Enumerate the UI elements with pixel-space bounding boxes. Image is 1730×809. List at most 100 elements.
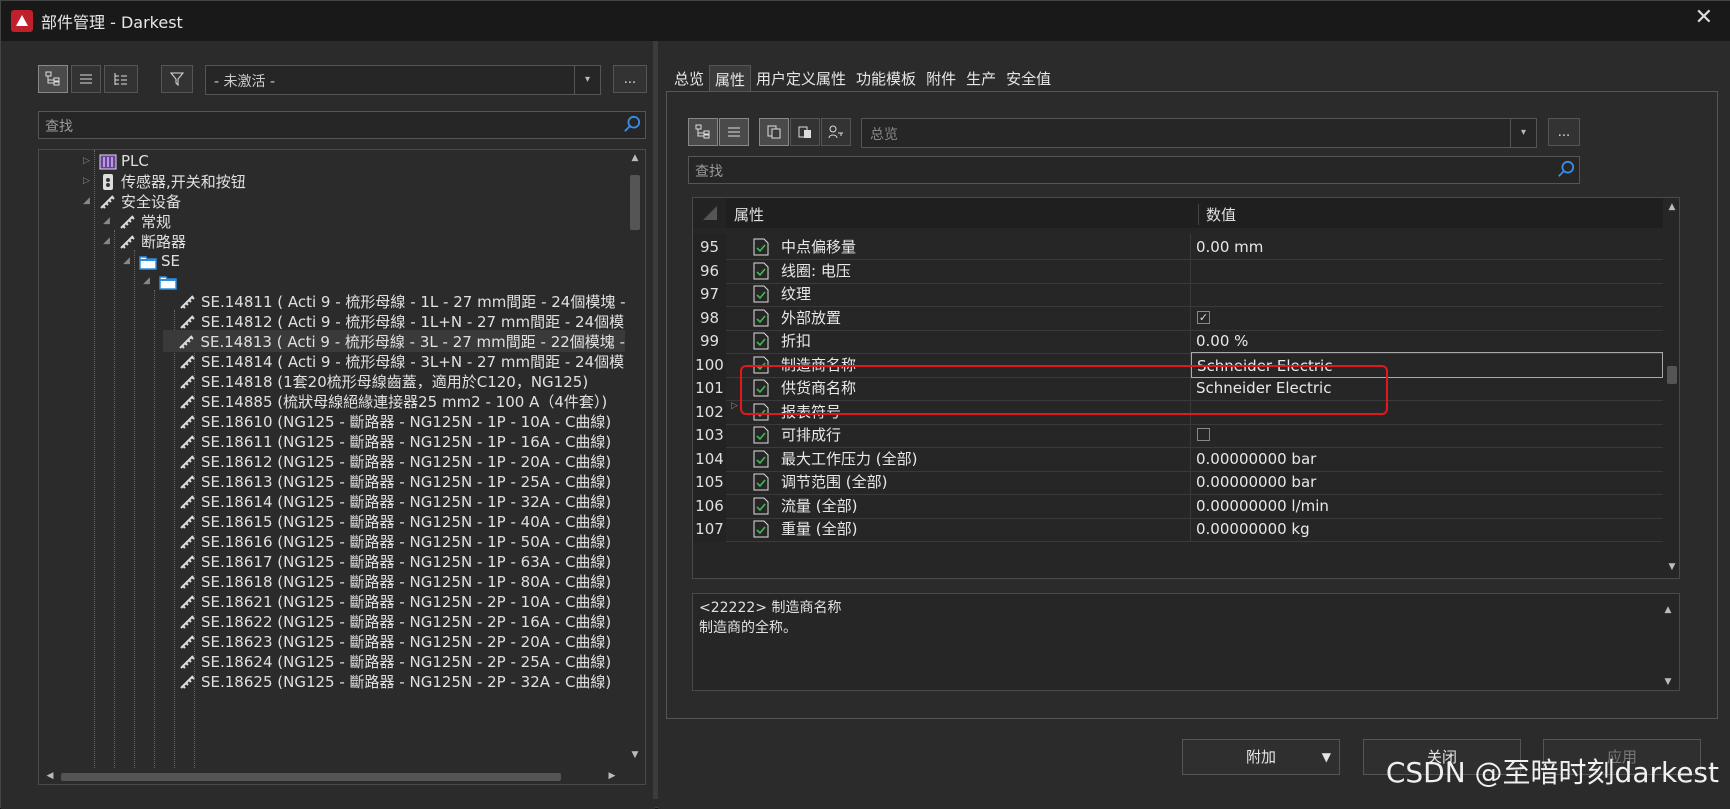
tree-horizontal-scrollbar[interactable]: ◀ ▶ (39, 768, 625, 784)
scroll-right-icon[interactable]: ▶ (605, 771, 619, 781)
part-icon (119, 232, 141, 250)
tree-view-button[interactable] (688, 118, 718, 146)
tree-item[interactable]: ◢ SE (123, 250, 180, 272)
list-view-button[interactable] (719, 118, 749, 146)
expander-icon[interactable]: ▷ (731, 401, 738, 411)
filter-more-button[interactable]: ... (613, 65, 647, 93)
property-value[interactable]: 0.00000000 bar (1191, 469, 1663, 495)
scroll-down-icon[interactable]: ▼ (1661, 672, 1675, 692)
tree-item[interactable]: SE.14813 ( Acti 9 - 梳形母線 - 3L - 27 mm間距 … (163, 330, 625, 352)
tab-5[interactable]: 生产 (961, 65, 1001, 91)
property-value[interactable] (1191, 258, 1663, 284)
scroll-down-icon[interactable]: ▼ (628, 750, 642, 760)
property-value[interactable]: 0.00000000 kg (1191, 516, 1663, 542)
property-row[interactable]: 107 重量 (全部) 0.00000000 kg (693, 516, 1663, 542)
tree-item[interactable]: SE.18615 (NG125 - 斷路器 - NG125N - 1P - 40… (163, 510, 611, 532)
tree-item[interactable]: SE.18616 (NG125 - 斷路器 - NG125N - 1P - 50… (163, 530, 611, 552)
tree-item[interactable]: SE.14812 ( Acti 9 - 梳形母線 - 1L+N - 27 mm間… (163, 310, 624, 332)
close-window-icon[interactable]: ✕ (1695, 5, 1713, 30)
scroll-thumb[interactable] (1667, 366, 1677, 384)
tab-2[interactable]: 用户定义属性 (751, 65, 851, 91)
tab-4[interactable]: 附件 (921, 65, 961, 91)
checkbox[interactable] (1197, 428, 1210, 441)
property-row[interactable]: 96 线圈: 电压 (693, 257, 1663, 284)
tree-item[interactable]: SE.18610 (NG125 - 斷路器 - NG125N - 1P - 10… (163, 410, 611, 432)
expander-icon[interactable]: ▷ (83, 156, 95, 166)
tree-item[interactable]: SE.14885 (梳狀母線絕緣連接器25 mm2 - 100 A（4件套）) (163, 390, 607, 412)
tree-search-input[interactable]: 查找 (38, 111, 646, 139)
tree-vertical-scrollbar[interactable]: ▲ ▼ (625, 150, 645, 768)
expander-icon[interactable]: ◢ (123, 256, 135, 266)
property-row[interactable]: 105 调节范围 (全部) 0.00000000 bar (693, 469, 1663, 495)
property-row[interactable]: 95 中点偏移量 0.00 mm (693, 234, 1663, 260)
tree-item[interactable]: SE.14818 (1套20梳形母線齒蓋，適用於C120，NG125) (163, 370, 588, 392)
hierarchy-view-button[interactable] (104, 65, 138, 93)
expander-icon[interactable]: ◢ (83, 196, 95, 206)
property-row[interactable]: 98 外部放置 ✓ (693, 304, 1663, 331)
tab-3[interactable]: 功能模板 (851, 65, 921, 91)
property-value[interactable]: 0.00000000 bar (1191, 446, 1663, 472)
tab-1[interactable]: 属性 (709, 65, 752, 91)
paste-button[interactable] (790, 118, 820, 146)
property-row[interactable]: 106 流量 (全部) 0.00000000 l/min (693, 492, 1663, 519)
parts-tree[interactable]: ▲ ▼ ◀ ▶ ▷ PLC ▷ 传感器,开关和按钮 ◢ 安全设备 ◢ 常规 ◢ 断路器 ◢ SE ◢ SE… (38, 149, 646, 785)
copy-button[interactable] (759, 118, 789, 146)
expander-icon[interactable]: ▷ (83, 176, 95, 186)
view-more-button[interactable]: ... (1548, 118, 1580, 146)
search-icon[interactable] (1557, 160, 1575, 178)
tree-item[interactable]: ◢ 断路器 (103, 230, 186, 252)
tree-item[interactable]: ◢ (143, 270, 181, 292)
property-row[interactable]: 99 折扣 0.00 % (693, 328, 1663, 354)
list-view-button[interactable] (71, 65, 101, 93)
scroll-up-icon[interactable]: ▲ (1661, 600, 1675, 620)
scroll-up-icon[interactable]: ▲ (1665, 202, 1679, 212)
scroll-thumb[interactable] (630, 175, 640, 230)
checkbox[interactable]: ✓ (1197, 310, 1210, 324)
tree-item[interactable]: ◢ 常规 (103, 210, 171, 232)
tree-item[interactable]: ◢ 安全设备 (83, 190, 181, 212)
tree-item[interactable]: SE.14811 ( Acti 9 - 梳形母線 - 1L - 27 mm間距 … (163, 290, 626, 312)
property-row[interactable]: 97 纹理 (693, 281, 1663, 307)
property-value[interactable] (1191, 281, 1663, 307)
property-value[interactable]: 0.00000000 l/min (1191, 493, 1663, 519)
tree-item[interactable]: SE.18617 (NG125 - 斷路器 - NG125N - 1P - 63… (163, 550, 611, 572)
tree-item[interactable]: SE.18613 (NG125 - 斷路器 - NG125N - 1P - 25… (163, 470, 611, 492)
property-value[interactable] (1191, 305, 1663, 331)
view-combo[interactable]: 总览 ▾ (861, 118, 1537, 148)
expander-icon[interactable]: ◢ (143, 276, 155, 286)
tree-item[interactable]: SE.18614 (NG125 - 斷路器 - NG125N - 1P - 32… (163, 490, 611, 512)
property-value[interactable]: 0.00 % (1191, 328, 1663, 354)
property-row[interactable]: 103 可排成行 (693, 422, 1663, 448)
tree-item[interactable]: SE.18623 (NG125 - 斷路器 - NG125N - 2P - 20… (163, 630, 611, 652)
tree-item[interactable]: SE.18622 (NG125 - 斷路器 - NG125N - 2P - 16… (163, 610, 611, 632)
scroll-up-icon[interactable]: ▲ (628, 153, 642, 163)
tree-item[interactable]: SE.18611 (NG125 - 斷路器 - NG125N - 1P - 16… (163, 430, 611, 452)
scroll-down-icon[interactable]: ▼ (1665, 562, 1679, 572)
tree-item[interactable]: SE.18618 (NG125 - 斷路器 - NG125N - 1P - 80… (163, 570, 611, 592)
expander-icon[interactable]: ◢ (103, 236, 115, 246)
tree-item[interactable]: ▷ PLC (83, 150, 149, 172)
property-value[interactable]: 0.00 mm (1191, 234, 1663, 260)
search-icon[interactable] (623, 115, 641, 133)
tab-0[interactable]: 总览 (669, 65, 709, 91)
expander-icon[interactable]: ◢ (103, 216, 115, 226)
filter-button[interactable] (161, 65, 193, 93)
tree-item[interactable]: SE.18624 (NG125 - 斷路器 - NG125N - 2P - 25… (163, 650, 611, 672)
tree-item[interactable]: SE.18621 (NG125 - 斷路器 - NG125N - 2P - 10… (163, 590, 611, 612)
scroll-left-icon[interactable]: ◀ (43, 771, 57, 781)
property-search-input[interactable]: 查找 (688, 156, 1580, 184)
tree-view-button[interactable] (38, 65, 68, 93)
user-key-button[interactable] (821, 118, 851, 146)
tree-guide-line (154, 290, 155, 784)
tree-item[interactable]: SE.18612 (NG125 - 斷路器 - NG125N - 1P - 20… (163, 450, 611, 472)
scroll-thumb[interactable] (61, 773, 561, 781)
tree-item[interactable]: SE.14814 ( Acti 9 - 梳形母線 - 3L+N - 27 mm間… (163, 350, 624, 372)
filter-combo[interactable]: - 未激活 - ▾ (205, 65, 601, 95)
tree-item[interactable]: SE.18625 (NG125 - 斷路器 - NG125N - 2P - 32… (163, 670, 611, 692)
property-row[interactable]: 104 最大工作压力 (全部) 0.00000000 bar (693, 445, 1663, 472)
property-value[interactable] (1191, 422, 1663, 448)
tab-6[interactable]: 安全值 (1001, 65, 1056, 91)
attach-button[interactable]: 附加 ▼ (1182, 739, 1340, 775)
tree-item[interactable]: ▷ 传感器,开关和按钮 (83, 170, 246, 192)
grid-vertical-scrollbar[interactable]: ▲ ▼ (1663, 198, 1679, 578)
